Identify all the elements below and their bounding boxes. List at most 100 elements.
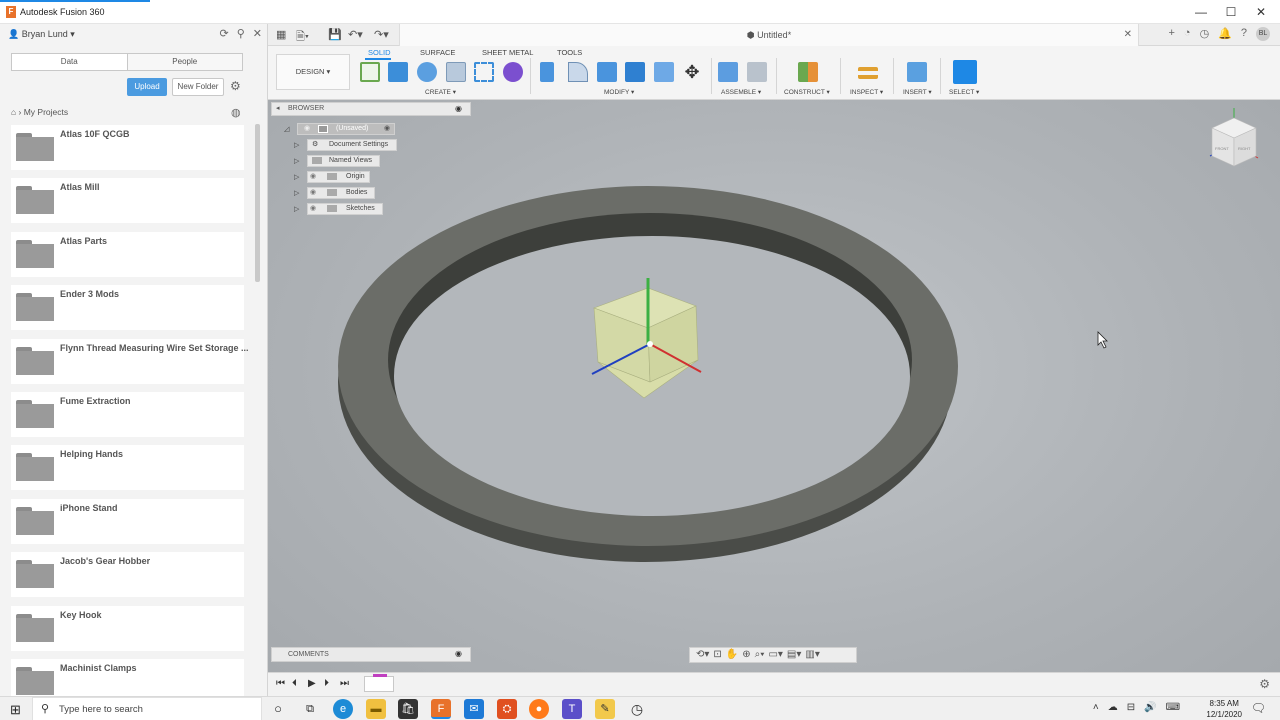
step-back-icon[interactable]: ⏴ <box>292 678 297 689</box>
breadcrumb[interactable]: ⌂ › My Projects <box>11 107 68 117</box>
new-folder-button[interactable]: New Folder <box>172 78 224 96</box>
display-settings-icon[interactable]: ▭▾ <box>768 649 782 661</box>
form-icon[interactable] <box>503 62 523 82</box>
extrude-icon[interactable] <box>388 62 408 82</box>
project-item[interactable]: Key Hook <box>11 605 244 651</box>
mail-icon[interactable]: ✉ <box>464 699 484 719</box>
tab-sheet-metal[interactable]: SHEET METAL <box>482 48 533 57</box>
select-icon[interactable] <box>953 60 977 84</box>
step-forward-icon[interactable]: ⏵ <box>324 678 329 689</box>
project-item[interactable]: Fume Extraction <box>11 391 244 437</box>
orbit-icon[interactable]: ⟲▾ <box>696 649 709 661</box>
network-icon[interactable]: ⊟ <box>1127 702 1135 713</box>
notes-app-icon[interactable]: ✎ <box>595 699 615 719</box>
tab-data[interactable]: Data <box>12 54 128 70</box>
create-group-label[interactable]: CREATE ▾ <box>425 88 456 96</box>
notifications-icon[interactable]: 🗨 <box>1251 701 1266 715</box>
fillet-icon[interactable] <box>568 62 588 82</box>
move-icon[interactable]: ✥ <box>682 62 702 82</box>
grid-settings-icon[interactable]: ▤▾ <box>787 649 801 661</box>
zoom-icon[interactable]: ⊕ <box>742 649 750 661</box>
new-tab-icon[interactable]: + <box>1168 27 1174 41</box>
project-item[interactable]: Atlas 10F QCGB <box>11 125 244 170</box>
tab-solid[interactable]: SOLID <box>368 48 391 57</box>
viewports-icon[interactable]: ▥▾ <box>805 649 819 661</box>
eye-icon[interactable]: ◉ <box>310 172 316 182</box>
expand-caret-icon[interactable]: ▷ <box>294 157 299 165</box>
refresh-icon[interactable]: ⟳ <box>220 27 229 40</box>
eye-icon[interactable]: ◉ <box>310 188 316 198</box>
task-view-icon[interactable]: ⧉ <box>300 699 320 719</box>
chamfer-icon[interactable] <box>597 62 617 82</box>
browser-panel-header[interactable]: ◂ BROWSER ◉ <box>271 102 471 116</box>
volume-icon[interactable]: 🔊 <box>1144 702 1156 713</box>
file-explorer-icon[interactable]: ▬ <box>366 699 386 719</box>
undo-icon[interactable]: ↶▾ <box>348 28 363 41</box>
project-item[interactable]: Machinist Clamps <box>11 658 244 696</box>
breadcrumb-my-projects[interactable]: My Projects <box>24 107 68 117</box>
home-icon[interactable]: ⌂ <box>11 107 16 117</box>
edge-icon[interactable]: e <box>333 699 353 719</box>
project-item[interactable]: Atlas Parts <box>11 231 244 277</box>
close-panel-icon[interactable]: ✕ <box>253 27 262 40</box>
close-window-button[interactable]: ✕ <box>1252 4 1270 20</box>
file-menu-icon[interactable]: 🗎▾ <box>296 28 309 47</box>
activate-radio-icon[interactable]: ◉ <box>384 124 390 134</box>
pin-icon[interactable]: ◉ <box>455 649 462 658</box>
3d-viewport[interactable]: FRONT RIGHT <box>268 100 1280 696</box>
tab-people[interactable]: People <box>128 54 243 70</box>
expand-caret-icon[interactable]: ▷ <box>294 173 299 181</box>
pin-icon[interactable]: ◉ <box>455 104 462 113</box>
insert-image-icon[interactable] <box>907 62 927 82</box>
modify-group-label[interactable]: MODIFY ▾ <box>604 88 634 96</box>
tree-item-document-settings[interactable]: ⚙ Document Settings <box>307 139 397 151</box>
project-item[interactable]: Ender 3 Mods <box>11 285 244 331</box>
combine-icon[interactable] <box>654 62 674 82</box>
construct-group-label[interactable]: CONSTRUCT ▾ <box>784 88 830 96</box>
keyboard-icon[interactable]: ⌨ <box>1166 702 1180 713</box>
expand-caret-icon[interactable]: ▷ <box>294 189 299 197</box>
redo-icon[interactable]: ↷▾ <box>374 28 389 41</box>
pattern-icon[interactable] <box>474 62 494 82</box>
new-component-icon[interactable] <box>718 62 738 82</box>
expand-caret-icon[interactable]: ▷ <box>294 141 299 149</box>
browser-root-node[interactable]: ◉ (Unsaved) ◉ <box>297 123 395 135</box>
look-at-icon[interactable]: ⊡ <box>713 649 721 661</box>
grid-menu-icon[interactable]: ▦ <box>276 28 286 41</box>
teams-icon[interactable]: T <box>562 699 582 719</box>
notifications-icon[interactable]: 🔔 <box>1218 27 1232 41</box>
globe-icon[interactable]: ◍ <box>231 106 241 119</box>
go-to-end-icon[interactable]: ⏭ <box>340 678 349 689</box>
play-icon[interactable]: ▶ <box>308 678 316 689</box>
press-pull-icon[interactable] <box>540 62 554 82</box>
eye-icon[interactable]: ◉ <box>304 124 310 134</box>
select-group-label[interactable]: SELECT ▾ <box>949 88 979 96</box>
collapse-root-icon[interactable]: ◿ <box>284 125 289 133</box>
tree-item-named-views[interactable]: Named Views <box>307 155 380 167</box>
eye-icon[interactable]: ◉ <box>310 204 316 214</box>
minimize-button[interactable]: — <box>1192 4 1210 20</box>
search-icon[interactable]: ⚲ <box>237 27 245 40</box>
clock-app-icon[interactable]: ◷ <box>627 699 647 719</box>
gear-icon[interactable]: ⚙ <box>1259 677 1270 691</box>
show-hidden-icons[interactable]: ˄ <box>1093 702 1099 713</box>
collapse-icon[interactable]: ◂ <box>276 104 280 112</box>
assemble-group-label[interactable]: ASSEMBLE ▾ <box>721 88 761 96</box>
tab-surface[interactable]: SURFACE <box>420 48 455 57</box>
project-item[interactable]: iPhone Stand <box>11 498 244 544</box>
tree-item-origin[interactable]: ◉ Origin <box>307 171 370 183</box>
tree-item-bodies[interactable]: ◉ Bodies <box>307 187 375 199</box>
comments-panel[interactable]: COMMENTS ◉ <box>271 647 471 662</box>
firefox-icon[interactable]: ● <box>529 699 549 719</box>
gear-icon[interactable]: ⚙ <box>230 79 241 93</box>
create-sketch-icon[interactable] <box>360 62 380 82</box>
data-panel-scrollbar[interactable] <box>255 124 260 282</box>
fit-zoom-icon[interactable]: ⌕▾ <box>755 649 765 661</box>
windows-start-icon[interactable]: ⊞ <box>10 702 21 718</box>
upload-button[interactable]: Upload <box>127 78 167 96</box>
revolve-icon[interactable] <box>417 62 437 82</box>
taskbar-search[interactable]: ⚲ Type here to search <box>32 697 262 720</box>
extensions-icon[interactable]: ◔ <box>1184 27 1191 41</box>
viewcube[interactable]: FRONT RIGHT <box>1209 108 1259 167</box>
shell-icon[interactable] <box>625 62 645 82</box>
